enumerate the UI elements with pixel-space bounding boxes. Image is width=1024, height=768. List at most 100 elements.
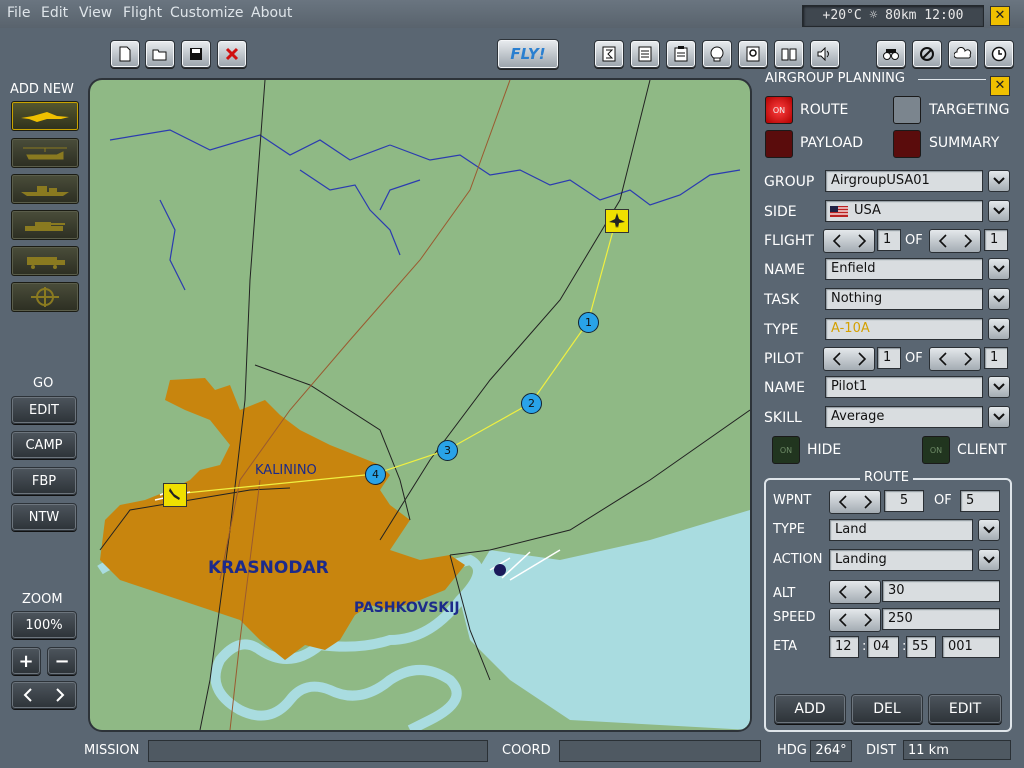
hide-toggle[interactable]: ON (772, 436, 800, 464)
chevron-right-icon[interactable] (857, 352, 867, 366)
eta-hours-field[interactable]: 12 (829, 636, 859, 658)
chevron-right-icon[interactable] (857, 234, 867, 248)
skill-dropdown[interactable] (988, 406, 1010, 428)
go-edit-button[interactable]: EDIT (11, 396, 77, 424)
chevron-left-icon[interactable] (838, 585, 848, 599)
name-dropdown[interactable] (988, 258, 1010, 280)
chevron-right-icon[interactable] (963, 234, 973, 248)
zoom-value-button[interactable]: 100% (11, 611, 77, 639)
wpnt-total-field[interactable]: 5 (960, 490, 1000, 512)
no-entry-button[interactable] (912, 40, 942, 68)
wp-type-dropdown[interactable] (978, 519, 1000, 541)
wp-type-field[interactable]: Land (829, 519, 973, 541)
eta-day-field[interactable]: 001 (942, 636, 1000, 658)
pilot-total-field[interactable]: 1 (984, 347, 1008, 369)
side-dropdown[interactable] (988, 200, 1010, 222)
chevron-right-icon[interactable] (863, 613, 873, 627)
chevron-left-icon[interactable] (832, 234, 842, 248)
type-dropdown[interactable] (988, 318, 1010, 340)
chevron-left-icon[interactable] (938, 352, 948, 366)
briefing-button[interactable] (630, 40, 660, 68)
pilot-name-field[interactable]: Pilot1 (825, 376, 983, 398)
waypoint-3[interactable]: 3 (437, 440, 458, 461)
chevron-right-icon[interactable] (863, 495, 873, 509)
zoom-in-button[interactable]: + (11, 647, 41, 675)
waypoint-1[interactable]: 1 (578, 312, 599, 333)
go-fbp-button[interactable]: FBP (11, 467, 77, 495)
waypoint-4[interactable]: 4 (365, 464, 386, 485)
pashkovskij-airfield-icon[interactable] (494, 564, 506, 576)
encyclopedia-button[interactable] (774, 40, 804, 68)
menu-view[interactable]: View (79, 5, 112, 21)
wpnt-field[interactable]: 5 (884, 490, 924, 512)
chevron-right-icon[interactable] (863, 585, 873, 599)
mission-map[interactable]: 1 2 3 4 KALININO KRASNODAR PASHKOVSKIJ (90, 80, 750, 730)
waypoint-2[interactable]: 2 (521, 393, 542, 414)
payload-toggle[interactable] (765, 130, 793, 158)
chevron-left-icon[interactable] (23, 688, 33, 702)
edit-waypoint-button[interactable]: EDIT (928, 694, 1002, 724)
add-ship-button[interactable] (11, 174, 79, 204)
delete-button[interactable] (217, 40, 247, 68)
wpnt-stepper[interactable] (829, 490, 881, 514)
pilot-head-button[interactable] (702, 40, 732, 68)
sound-button[interactable] (810, 40, 840, 68)
menu-edit[interactable]: Edit (41, 5, 68, 21)
speed-field[interactable]: 250 (882, 608, 1000, 630)
add-waypoint-button[interactable]: ADD (774, 694, 846, 724)
save-button[interactable] (181, 40, 211, 68)
pilot-name-dropdown[interactable] (988, 376, 1010, 398)
go-ntw-button[interactable]: NTW (11, 503, 77, 531)
start-aircraft-marker[interactable] (605, 209, 629, 233)
chevron-right-icon[interactable] (963, 352, 973, 366)
skill-field[interactable]: Average (825, 406, 983, 428)
client-toggle[interactable]: ON (922, 436, 950, 464)
task-dropdown[interactable] (988, 288, 1010, 310)
group-field[interactable]: AirgroupUSA01 (825, 170, 983, 192)
add-vehicle-button[interactable] (11, 246, 79, 276)
pilot-stepper[interactable] (823, 347, 875, 371)
menu-about[interactable]: About (251, 5, 292, 21)
add-helicopter-button[interactable] (11, 138, 79, 168)
flight-field[interactable]: 1 (877, 229, 901, 251)
new-file-button[interactable] (110, 40, 140, 68)
flight-stepper[interactable] (823, 229, 875, 253)
time-button[interactable] (984, 40, 1014, 68)
add-plane-button[interactable] (11, 101, 79, 131)
landing-waypoint-marker[interactable] (163, 483, 187, 507)
alt-field[interactable]: 30 (882, 580, 1000, 602)
binoculars-button[interactable] (876, 40, 906, 68)
fly-button[interactable]: FLY! (497, 39, 559, 69)
pilot-field[interactable]: 1 (877, 347, 901, 369)
side-field[interactable]: USA (825, 200, 983, 222)
map-canvas[interactable] (90, 80, 750, 730)
weather-button[interactable] (948, 40, 978, 68)
chevron-left-icon[interactable] (832, 352, 842, 366)
flight-total-stepper[interactable] (929, 229, 981, 253)
zoom-out-button[interactable]: − (47, 647, 77, 675)
targeting-toggle[interactable] (893, 96, 921, 124)
pilot-total-stepper[interactable] (929, 347, 981, 371)
action-dropdown[interactable] (978, 549, 1000, 571)
add-tank-button[interactable] (11, 210, 79, 240)
chevron-left-icon[interactable] (838, 495, 848, 509)
chevron-right-icon[interactable] (55, 688, 65, 702)
speed-stepper[interactable] (829, 608, 881, 632)
add-target-zone-button[interactable] (11, 282, 79, 312)
mission-goals-button[interactable] (594, 40, 624, 68)
eta-minutes-field[interactable]: 04 (867, 636, 899, 658)
search-button[interactable] (738, 40, 768, 68)
summary-toggle[interactable] (893, 130, 921, 158)
alt-stepper[interactable] (829, 580, 881, 604)
close-panel-button[interactable]: ✕ (990, 76, 1010, 96)
pan-stepper[interactable] (11, 681, 77, 709)
task-field[interactable]: Nothing (825, 288, 983, 310)
delete-waypoint-button[interactable]: DEL (851, 694, 923, 724)
menu-file[interactable]: File (7, 5, 30, 21)
action-field[interactable]: Landing (829, 549, 973, 571)
chevron-left-icon[interactable] (938, 234, 948, 248)
clipboard-button[interactable] (666, 40, 696, 68)
menu-flight[interactable]: Flight (123, 5, 162, 21)
close-app-button[interactable]: ✕ (990, 6, 1010, 26)
menu-customize[interactable]: Customize (170, 5, 244, 21)
